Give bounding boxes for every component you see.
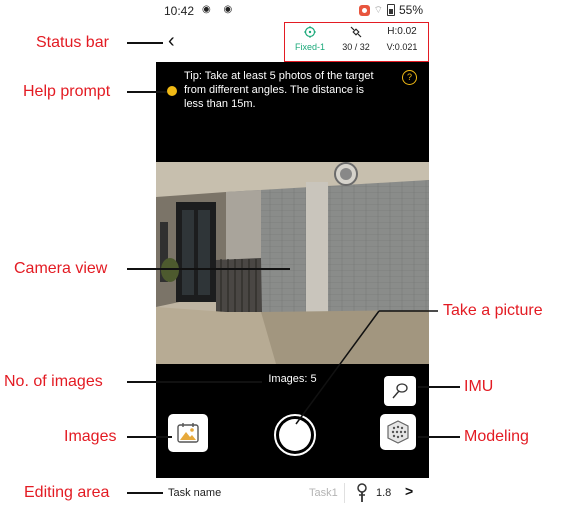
pole-icon <box>353 483 371 508</box>
imu-icon <box>392 383 408 399</box>
leader-status-bar <box>127 42 163 44</box>
pole-height[interactable]: 1.8 <box>376 487 391 499</box>
notification-icons: ◉ ◉ <box>202 4 238 15</box>
satellite-fix-icon <box>289 26 331 39</box>
help-icon[interactable]: ? <box>402 70 417 85</box>
precision: H:0.02 V:0.021 <box>380 26 424 52</box>
clock: 10:42 <box>164 4 195 18</box>
task-name-label: Task name <box>168 487 222 499</box>
task-name-value[interactable]: Task1 <box>309 487 338 499</box>
leader-no-of-images <box>127 381 262 383</box>
leader-imu <box>418 386 460 388</box>
callout-images: Images <box>64 428 117 445</box>
camera-view[interactable] <box>156 162 429 364</box>
callout-modeling: Modeling <box>464 428 529 445</box>
app-bar: ‹ Fixed-1 30 / 32 H:0.02 V:0.021 <box>156 22 429 62</box>
v-precision: V:0.021 <box>386 42 418 52</box>
h-precision: H:0.02 <box>387 26 417 37</box>
leader-modeling <box>418 436 460 438</box>
callout-help-prompt: Help prompt <box>23 83 111 100</box>
images-button[interactable] <box>168 414 208 452</box>
gnss-status-box[interactable]: Fixed-1 30 / 32 H:0.02 V:0.021 <box>284 22 429 62</box>
callout-camera-view: Camera view <box>14 260 108 277</box>
record-icon <box>358 4 370 16</box>
satellite-count: 30 / 32 <box>337 26 375 52</box>
leader-images <box>127 436 172 438</box>
satellite-count-value: 30 / 32 <box>342 42 370 52</box>
modeling-icon <box>387 420 409 444</box>
tip-bullet-icon <box>167 86 177 96</box>
wifi-icon: ⌔ <box>373 4 383 16</box>
device-status-bar: 10:42 ◉ ◉ ⌔ 55% <box>156 0 429 22</box>
battery-icon <box>386 4 395 16</box>
back-arrow-icon[interactable]: ‹ <box>168 30 175 53</box>
leader-editing-area <box>127 492 163 494</box>
editing-area: Task name Task1 1.8 > <box>156 478 429 508</box>
fix-label: Fixed-1 <box>294 42 325 52</box>
divider <box>344 483 345 503</box>
battery-level: 55% <box>398 3 423 17</box>
modeling-button[interactable] <box>380 414 416 450</box>
callout-no-of-images: No. of images <box>4 373 103 390</box>
shutter-button[interactable] <box>274 414 316 456</box>
leader-help-prompt <box>127 91 167 93</box>
leader-camera-view <box>127 268 290 270</box>
phone-screen: 10:42 ◉ ◉ ⌔ 55% ‹ Fixed-1 30 / 32 H:0.02… <box>156 0 429 508</box>
tip-text: Tip: Take at least 5 photos of the targe… <box>184 70 374 110</box>
imu-button[interactable] <box>384 376 416 406</box>
callout-status-bar: Status bar <box>36 34 109 51</box>
camera-scene <box>156 162 429 364</box>
callout-editing-area: Editing area <box>24 484 110 501</box>
chevron-right-icon[interactable]: > <box>405 483 413 499</box>
satellite-icon <box>337 26 375 39</box>
help-prompt: Tip: Take at least 5 photos of the targe… <box>156 62 429 162</box>
gallery-icon <box>177 423 199 443</box>
callout-take-picture: Take a picture <box>443 302 543 319</box>
callout-imu: IMU <box>464 378 494 395</box>
fix-status: Fixed-1 <box>289 26 331 52</box>
